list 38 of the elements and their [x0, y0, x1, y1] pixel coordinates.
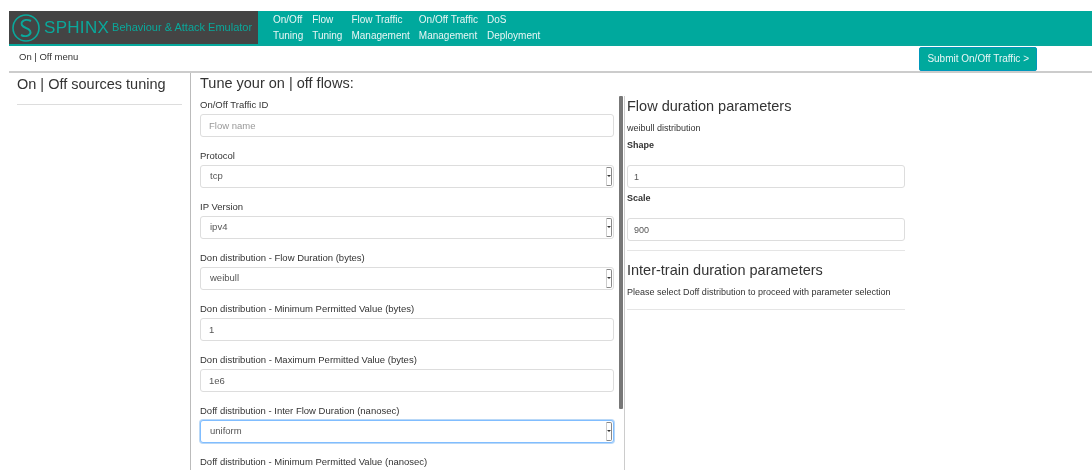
caret-icon: [606, 166, 612, 186]
logo-text: SPHINX: [44, 19, 110, 36]
field-label: Don distribution - Minimum Permitted Value (bytes): [200, 301, 416, 316]
sidebar-title: On | Off sources tuning: [17, 73, 182, 105]
input-field[interactable]: 900: [627, 218, 905, 242]
caret-icon: [606, 421, 612, 441]
input-field[interactable]: 1: [200, 317, 614, 341]
field-label: Don distribution - Maximum Permitted Value (bytes): [200, 352, 418, 367]
field-label: On/Off Traffic ID: [200, 97, 270, 112]
caret-icon: [606, 268, 612, 288]
field-label: Don distribution - Flow Duration (bytes): [200, 250, 366, 265]
select-value: weibull: [210, 271, 240, 286]
select-field[interactable]: weibull: [200, 266, 614, 290]
input-field[interactable]: 1e6: [200, 368, 614, 392]
select-field[interactable]: ipv4: [200, 215, 614, 239]
menu-title: On | Off menu: [18, 50, 79, 64]
section-title: Flow duration parameters: [627, 97, 793, 116]
field-label: Scale: [627, 192, 652, 206]
select-value: ipv4: [210, 220, 228, 235]
select-value: uniform: [210, 424, 242, 439]
info-text: Please select Doff distribution to proceed with parameter selection: [627, 286, 892, 299]
select-value: tcp: [210, 169, 223, 184]
logo-icon: [11, 12, 41, 43]
brand-subtitle: Behaviour & Attack Emulator: [112, 20, 253, 36]
form-title: Tune your on | off flows:: [200, 74, 355, 93]
field-label: Protocol: [200, 148, 236, 163]
input-field[interactable]: Flow name: [200, 113, 614, 137]
section-title: Inter-train duration parameters: [627, 261, 824, 281]
caret-icon: [606, 217, 612, 237]
field-label: Doff distribution - Minimum Permitted Value (nanosec): [200, 454, 429, 469]
select-field[interactable]: tcp: [200, 164, 614, 188]
field-label: Doff distribution - Inter Flow Duration (nanosec): [200, 403, 401, 418]
scroll-thumb[interactable]: [619, 96, 623, 409]
section-subtitle: weibull distribution: [627, 121, 702, 135]
input-field[interactable]: 1: [627, 165, 905, 189]
field-label: IP Version: [200, 199, 245, 214]
field-label: Shape: [627, 139, 655, 153]
select-field[interactable]: uniform: [200, 419, 614, 443]
